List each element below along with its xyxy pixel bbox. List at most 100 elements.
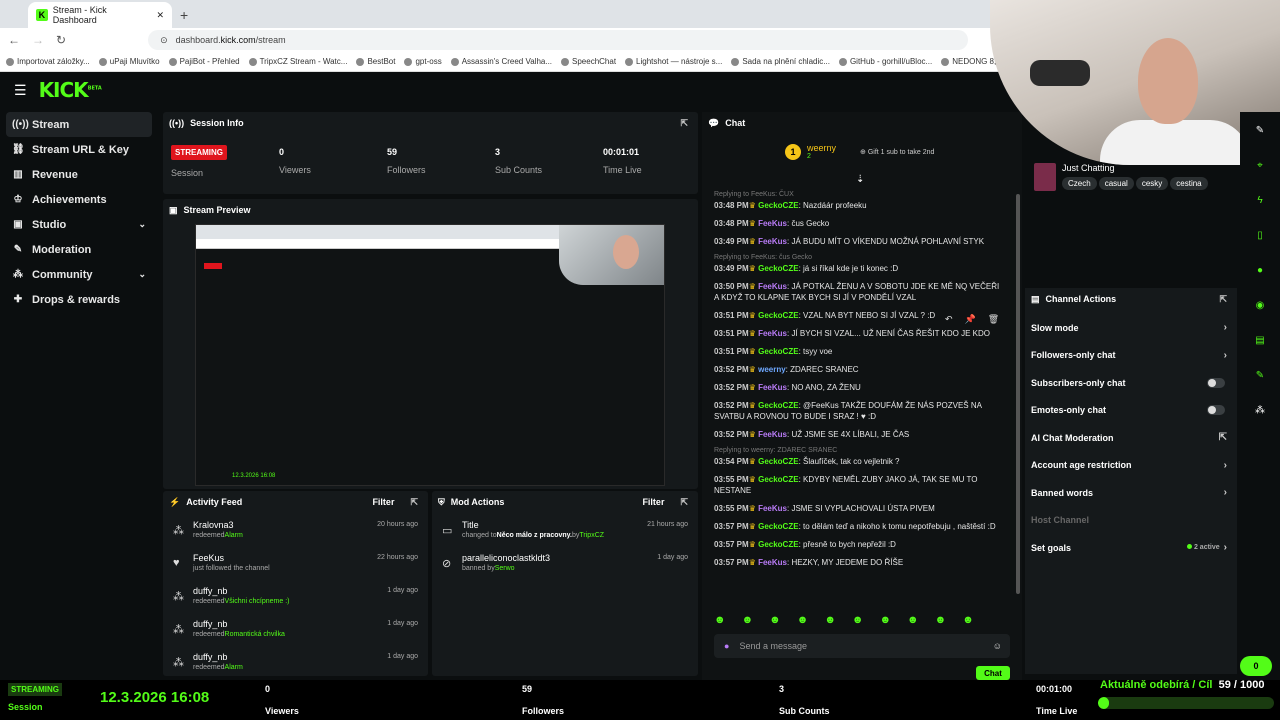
- emote-icon[interactable]: ☻: [769, 614, 781, 626]
- emote-icon[interactable]: ☻: [879, 614, 891, 626]
- category-tag[interactable]: Czech: [1062, 177, 1097, 190]
- sidebar-item-stream-url-key[interactable]: ⛓ Stream URL & Key: [0, 137, 160, 162]
- popout-icon[interactable]: ⇱: [1219, 294, 1227, 305]
- pinned-gifter[interactable]: 1 weerny 2 ⊕ Gift 1 sub to take 2nd: [785, 143, 934, 160]
- chat-username[interactable]: FeeKus: [758, 558, 787, 567]
- kick-badge[interactable]: 0: [1240, 656, 1272, 676]
- activity-filter-button[interactable]: Filter: [372, 497, 394, 507]
- chat-username[interactable]: GeckoCZE: [758, 311, 798, 320]
- close-tab-icon[interactable]: ✕: [156, 10, 164, 21]
- emote-icon[interactable]: ☻: [852, 614, 864, 626]
- address-bar[interactable]: ⊙ dashboard.kick.com/stream: [148, 30, 969, 50]
- chat-bubble-icon[interactable]: ●: [1252, 262, 1268, 278]
- site-info-icon[interactable]: ⊙: [160, 35, 168, 46]
- sidebar-item-community[interactable]: ⁂ Community ⌄: [0, 262, 160, 287]
- stream-preview-video[interactable]: 12.3.2026 16:08: [195, 224, 665, 486]
- chat-username[interactable]: FeeKus: [758, 282, 787, 291]
- chat-message[interactable]: 03:52 PM♛ FeeKus: NO ANO, ZA ŽENU: [714, 382, 1004, 393]
- bookmark-item[interactable]: SpeechChat: [561, 57, 616, 66]
- chat-message[interactable]: 03:48 PM♛ GeckoCZE: Nazdáár profeeku: [714, 200, 1004, 211]
- chat-message[interactable]: 03:52 PM♛ weerny: ZDAREC SRANEC: [714, 364, 1004, 375]
- channel-action-slow-mode[interactable]: Slow mode ›: [1025, 314, 1237, 342]
- chat-username[interactable]: GeckoCZE: [758, 522, 798, 531]
- category-tag[interactable]: cestina: [1170, 177, 1208, 190]
- channel-action-banned-words[interactable]: Banned words ›: [1025, 479, 1237, 507]
- chat-message[interactable]: 03:49 PM♛ FeeKus: JÁ BUDU MÍT O VÍKENDU …: [714, 236, 1004, 247]
- bookmark-item[interactable]: Assassin's Creed Valha...: [450, 57, 552, 66]
- sidebar-item-achievements[interactable]: ♔ Achievements: [0, 187, 160, 212]
- channel-action-account-age-restriction[interactable]: Account age restriction ›: [1025, 452, 1237, 480]
- popout-icon[interactable]: ⇱: [680, 118, 688, 129]
- chat-username[interactable]: FeeKus: [758, 329, 787, 338]
- mod-filter-button[interactable]: Filter: [642, 497, 664, 507]
- document-icon[interactable]: ▯: [1252, 227, 1268, 243]
- sidebar-item-revenue[interactable]: ▥ Revenue: [0, 162, 160, 187]
- sidebar-item-stream[interactable]: ((•)) Stream: [6, 112, 152, 137]
- chat-username[interactable]: FeeKus: [758, 383, 787, 392]
- bookmark-item[interactable]: Lightshot — nástroje s...: [625, 57, 722, 66]
- chat-message[interactable]: 03:57 PM♛ GeckoCZE: přesně to bych nepře…: [714, 539, 1004, 550]
- emote-icon[interactable]: ☻: [935, 614, 947, 626]
- chat-collapse-icon[interactable]: ⇣: [856, 174, 864, 185]
- chevron-down-icon[interactable]: ⌄: [138, 219, 146, 230]
- wrench-icon[interactable]: ✎: [1252, 367, 1268, 383]
- bookmark-item[interactable]: uPaji Mluvítko: [98, 57, 160, 66]
- chat-username[interactable]: GeckoCZE: [758, 475, 798, 484]
- chat-username[interactable]: GeckoCZE: [758, 347, 798, 356]
- chat-message[interactable]: 03:48 PM♛ FeeKus: čus Gecko: [714, 218, 1004, 229]
- channel-action-set-goals[interactable]: Set goals 2 active ›: [1025, 534, 1237, 562]
- forward-icon[interactable]: →: [32, 33, 44, 47]
- chat-message[interactable]: 03:52 PM♛ FeeKus: UŽ JSME SE 4X LÍBALI, …: [714, 429, 1004, 440]
- emoji-picker-icon[interactable]: ☺: [993, 641, 1002, 651]
- delete-icon[interactable]: 🗑: [988, 314, 999, 325]
- pin-icon[interactable]: 📌: [965, 314, 976, 325]
- chat-message[interactable]: 03:49 PM♛ GeckoCZE: já si říkal kde je t…: [714, 263, 1004, 274]
- bookmark-item[interactable]: gpt-oss: [404, 57, 442, 66]
- chat-message[interactable]: 03:51 PM♛ GeckoCZE: tsyy voe: [714, 346, 1004, 357]
- mic-icon[interactable]: ●: [724, 641, 729, 651]
- chat-username[interactable]: GeckoCZE: [758, 540, 798, 549]
- reply-icon[interactable]: ↶: [945, 314, 953, 325]
- chat-username[interactable]: GeckoCZE: [758, 264, 798, 273]
- category-tag[interactable]: cesky: [1135, 177, 1169, 190]
- bookmark-item[interactable]: BestBot: [356, 57, 395, 66]
- chat-username[interactable]: GeckoCZE: [758, 201, 798, 210]
- browser-tab[interactable]: K Stream - Kick Dashboard ✕: [28, 2, 172, 28]
- clip-icon[interactable]: ⌖: [1252, 157, 1268, 173]
- chevron-down-icon[interactable]: ⌄: [138, 269, 146, 280]
- stream-category[interactable]: Just Chatting Czech casual cesky cestina: [1034, 163, 1210, 191]
- chat-message[interactable]: 03:51 PM♛ FeeKus: JÍ BYCH SI VZAL... UŽ …: [714, 328, 1004, 339]
- chat-message[interactable]: 03:55 PM♛ FeeKus: JSME SI VYPLACHOVALI Ú…: [714, 503, 1004, 514]
- kick-logo[interactable]: KICKBETA: [39, 78, 102, 102]
- menu-icon[interactable]: ☰: [14, 82, 27, 99]
- chat-username[interactable]: FeeKus: [758, 504, 787, 513]
- stack-icon[interactable]: ▤: [1252, 332, 1268, 348]
- chat-username[interactable]: GeckoCZE: [758, 457, 798, 466]
- bookmark-item[interactable]: Sada na plnění chladic...: [731, 57, 830, 66]
- chat-message[interactable]: 03:50 PM♛ FeeKus: JÁ POTKAL ŽENU A V SOB…: [714, 281, 1004, 303]
- emote-icon[interactable]: ☻: [797, 614, 809, 626]
- toggle-switch[interactable]: [1207, 377, 1225, 388]
- chat-username[interactable]: FeeKus: [758, 237, 787, 246]
- send-chat-button[interactable]: Chat: [976, 666, 1010, 680]
- emote-icon[interactable]: ☻: [742, 614, 754, 626]
- chat-input[interactable]: ● Send a message ☺: [714, 634, 1010, 658]
- sidebar-item-studio[interactable]: ▣ Studio ⌄: [0, 212, 160, 237]
- chat-message[interactable]: 03:54 PM♛ GeckoCZE: Šlaufíček, tak co ve…: [714, 456, 1004, 467]
- channel-action-followers-only-chat[interactable]: Followers-only chat ›: [1025, 342, 1237, 370]
- chat-message[interactable]: 03:57 PM♛ GeckoCZE: to dělám teď a nikoh…: [714, 521, 1004, 532]
- emote-icon[interactable]: ☻: [714, 614, 726, 626]
- edit-icon[interactable]: ✎: [1252, 122, 1268, 138]
- emote-icon[interactable]: ☻: [907, 614, 919, 626]
- toggle-switch[interactable]: [1207, 405, 1225, 416]
- popout-icon[interactable]: ⇱: [410, 497, 418, 508]
- category-tag[interactable]: casual: [1098, 177, 1134, 190]
- channel-action-ai-chat-moderation[interactable]: AI Chat Moderation ⇱: [1025, 424, 1237, 452]
- gift-sub-button[interactable]: ⊕ Gift 1 sub to take 2nd: [860, 148, 934, 156]
- emote-icon[interactable]: ☻: [824, 614, 836, 626]
- bookmark-item[interactable]: GitHub - gorhill/uBloc...: [838, 57, 932, 66]
- lightning-icon[interactable]: ϟ: [1252, 192, 1268, 208]
- chat-message[interactable]: 03:57 PM♛ FeeKus: HEZKY, MY JEDEME DO ŘÍ…: [714, 557, 1004, 568]
- emote-icon[interactable]: ☻: [962, 614, 974, 626]
- chat-username[interactable]: GeckoCZE: [758, 401, 798, 410]
